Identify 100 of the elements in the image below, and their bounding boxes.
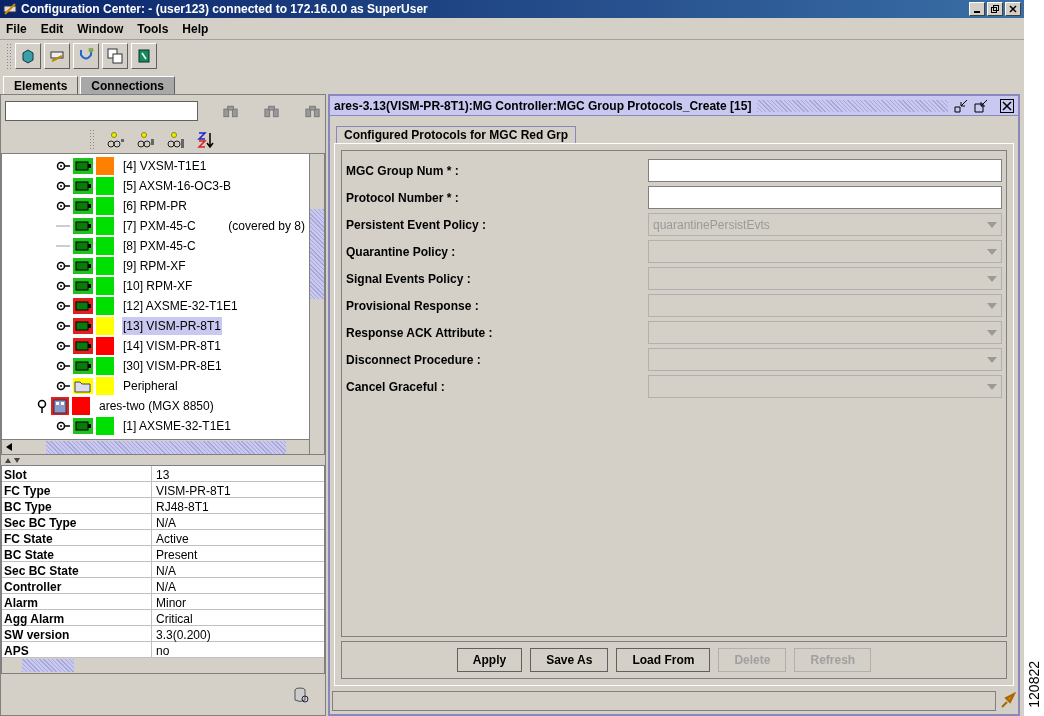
horizontal-scrollbar[interactable]: [2, 658, 324, 673]
maximize-frame-icon[interactable]: [974, 98, 988, 113]
tree-item[interactable]: [4] VXSM-T1E1: [122, 157, 208, 175]
chassis-icon: [51, 397, 69, 415]
property-name: Alarm: [2, 594, 152, 609]
expand-handle-icon[interactable]: [56, 421, 70, 431]
tree-item[interactable]: [13] VISM-PR-8T1: [122, 317, 223, 335]
field-label: Response ACK Attribute :: [346, 324, 494, 342]
property-value: N/A: [155, 563, 176, 577]
property-value: Minor: [155, 595, 186, 609]
tree-item[interactable]: [12] AXSME-32-T1E1: [122, 297, 239, 315]
tree-item[interactable]: [7] PXM-45-C: [122, 217, 197, 235]
toolbar-button[interactable]: [102, 43, 128, 69]
close-icon: [1009, 5, 1017, 13]
tab[interactable]: Elements: [3, 76, 79, 94]
tree-item[interactable]: Peripheral: [122, 377, 179, 395]
property-name: Slot: [2, 466, 152, 481]
expand-handle-icon[interactable]: [56, 321, 70, 331]
form-button[interactable]: Apply: [456, 648, 523, 672]
property-name: BC State: [2, 546, 152, 561]
expand-handle-icon[interactable]: [56, 161, 70, 171]
menu-item[interactable]: Edit: [40, 19, 64, 38]
menu-item[interactable]: Help: [182, 19, 209, 38]
tab[interactable]: Configured Protocols for MGC Red Grp: [336, 126, 576, 143]
figure-number: 120822: [1025, 661, 1043, 708]
tree-item-note: (covered by 8): [228, 218, 306, 235]
toolbar-button[interactable]: [131, 43, 157, 69]
tab[interactable]: Connections: [80, 76, 176, 94]
tree-item[interactable]: [10] RPM-XF: [122, 277, 194, 295]
form-button[interactable]: Load From: [616, 648, 711, 672]
close-button[interactable]: [1005, 2, 1021, 16]
search-field[interactable]: [5, 101, 198, 121]
field-label: MGC Group Num * :: [346, 162, 460, 180]
minimize-button[interactable]: [969, 2, 985, 16]
binoculars-icon[interactable]: [221, 103, 239, 119]
cube-icon: [20, 48, 36, 64]
expand-handle-icon[interactable]: [56, 261, 70, 271]
restore-button[interactable]: [987, 2, 1003, 16]
property-name: APS: [2, 642, 152, 657]
tree-item[interactable]: [1] AXSME-32-T1E1: [122, 417, 233, 435]
window-title: Configuration Center: - (user123) connected to 172.16.0.0 as SuperUser: [21, 1, 428, 18]
scroll-left-icon[interactable]: [6, 443, 12, 451]
property-value: 13: [155, 467, 170, 481]
toolbar-button[interactable]: [15, 43, 41, 69]
database-icon[interactable]: [293, 686, 309, 703]
tree-item[interactable]: [5] AXSM-16-OC3-B: [122, 177, 233, 195]
caret-icon: [987, 275, 997, 282]
tree-item[interactable]: [14] VISM-PR-8T1: [122, 337, 223, 355]
property-value: Active: [155, 531, 189, 545]
find-previous-icon[interactable]: [304, 103, 321, 119]
property-value: N/A: [155, 579, 176, 593]
expand-handle-icon[interactable]: [56, 301, 70, 311]
expand-handle-icon[interactable]: [56, 381, 70, 391]
windows-icon: [107, 48, 123, 64]
restore-icon: [991, 5, 999, 13]
property-value: Present: [155, 547, 198, 561]
app-icon: [3, 2, 17, 16]
close-icon[interactable]: [1000, 98, 1014, 113]
caret-icon: [987, 221, 997, 228]
frame-title: ares-3.13(VISM-PR-8T1):MG Controller:MGC Group Protocols_Create [15]: [334, 97, 752, 115]
field-label: Provisional Response :: [346, 297, 480, 315]
tree-item[interactable]: ares-two (MGX 8850): [98, 397, 215, 415]
tree-item[interactable]: [6] RPM-PR: [122, 197, 188, 215]
tree-item[interactable]: [30] VISM-PR-8E1: [122, 357, 223, 375]
caret-icon: [987, 302, 997, 309]
expand-handle-icon[interactable]: [56, 281, 70, 291]
menu-item[interactable]: Tools: [137, 19, 169, 38]
expand-handle-icon[interactable]: [56, 201, 70, 211]
property-value: 3.3(0.200): [155, 627, 211, 641]
field-label: Quarantine Policy :: [346, 243, 457, 261]
input-field[interactable]: [648, 186, 1002, 209]
expand-handle-icon[interactable]: [56, 341, 70, 351]
collapse-handle-icon[interactable]: [36, 399, 48, 413]
horizontal-scrollbar[interactable]: [2, 439, 309, 454]
toolbar-button[interactable]: [44, 43, 70, 69]
input-field[interactable]: [648, 159, 1002, 182]
expand-handle-icon[interactable]: [56, 361, 70, 371]
property-name: Agg Alarm: [2, 610, 152, 625]
property-value: Critical: [155, 611, 193, 625]
toolbar-button[interactable]: [73, 43, 99, 69]
tree-item[interactable]: [8] PXM-45-C: [122, 237, 197, 255]
sort-icon[interactable]: [197, 131, 215, 149]
field-label: Cancel Graceful :: [346, 378, 446, 396]
property-name: BC Type: [2, 498, 152, 513]
property-value: VISM-PR-8T1: [155, 483, 231, 497]
caret-icon: [987, 356, 997, 363]
split-arrows-icon[interactable]: [5, 457, 21, 463]
menu-item[interactable]: File: [6, 19, 27, 38]
form-button[interactable]: Save As: [530, 648, 609, 672]
field-label: Signal Events Policy :: [346, 270, 472, 288]
folder-icon: [73, 378, 93, 394]
caret-icon: [987, 329, 997, 336]
tree-item[interactable]: [9] RPM-XF: [122, 257, 187, 275]
expand-handle-icon[interactable]: [56, 181, 70, 191]
minimize-frame-icon[interactable]: [954, 98, 968, 113]
find-next-icon[interactable]: [262, 103, 280, 119]
field-label: Persistent Event Policy :: [346, 216, 488, 234]
vertical-scrollbar[interactable]: [309, 154, 324, 454]
property-name: FC State: [2, 530, 152, 545]
menu-item[interactable]: Window: [77, 19, 124, 38]
